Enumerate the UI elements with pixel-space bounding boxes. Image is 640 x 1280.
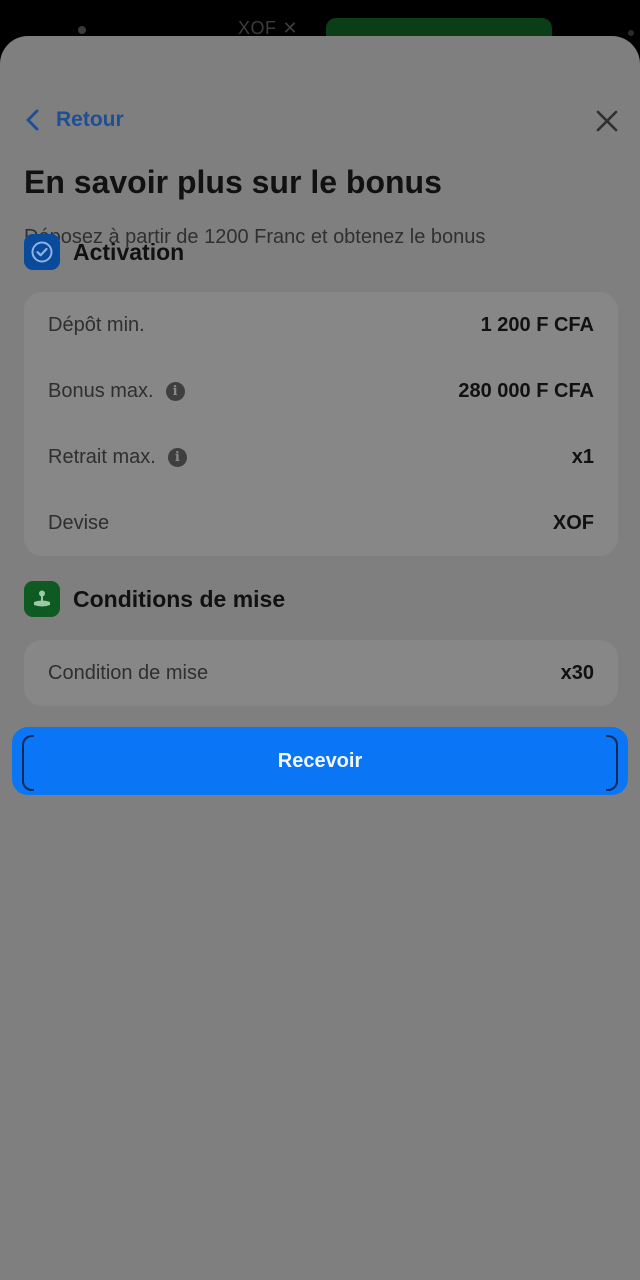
row-value: x1: [571, 445, 594, 468]
wagering-header: Conditions de mise: [24, 581, 285, 617]
activation-badge: [24, 234, 60, 270]
activation-title: Activation: [73, 238, 185, 265]
menu-dot-icon: [78, 26, 86, 34]
row-label: Devise: [48, 511, 110, 534]
row-min-deposit: Dépôt min. 1 200 F CFA: [24, 292, 618, 358]
row-currency: Devise XOF: [24, 490, 618, 556]
back-button[interactable]: Retour: [24, 102, 124, 138]
currency-label: XOF: [238, 18, 277, 38]
row-value: 280 000 F CFA: [458, 379, 594, 402]
row-label: Retrait max.: [48, 445, 156, 468]
close-button[interactable]: [594, 108, 620, 134]
activation-card: Dépôt min. 1 200 F CFA Bonus max. i 280 0…: [24, 292, 618, 556]
wagering-badge: [24, 581, 60, 617]
row-value: 1 200 F CFA: [480, 313, 594, 336]
bonus-info-sheet: Retour En savoir plus sur le bonus Dépos…: [0, 36, 640, 1280]
focus-bracket-left: [22, 735, 34, 791]
page-title: En savoir plus sur le bonus: [24, 164, 442, 200]
back-label: Retour: [56, 108, 124, 131]
row-label: Condition de mise: [48, 661, 209, 684]
row-max-withdrawal: Retrait max. i x1: [24, 424, 618, 490]
activation-header: Activation: [24, 234, 184, 270]
joystick-icon: [34, 590, 50, 607]
background-edge-icon: [628, 30, 634, 36]
close-icon: [596, 110, 618, 132]
info-icon[interactable]: i: [165, 381, 185, 401]
row-label: Bonus max.: [48, 379, 154, 402]
wagering-card: Condition de mise x30: [24, 640, 618, 706]
row-label: Dépôt min.: [48, 313, 145, 336]
chevron-left-icon: [26, 109, 39, 131]
focus-bracket-right: [606, 735, 618, 791]
row-value: x30: [560, 661, 594, 684]
check-circle-icon: [31, 241, 53, 263]
row-value: XOF: [552, 511, 594, 534]
wagering-title: Conditions de mise: [73, 585, 286, 612]
currency-chevron: ✕: [282, 18, 299, 38]
info-icon[interactable]: i: [167, 447, 187, 467]
row-wagering-condition: Condition de mise x30: [24, 640, 618, 706]
row-max-bonus: Bonus max. i 280 000 F CFA: [24, 358, 618, 424]
receive-button-label: Recevoir: [277, 749, 363, 772]
receive-button[interactable]: Recevoir: [12, 727, 628, 795]
